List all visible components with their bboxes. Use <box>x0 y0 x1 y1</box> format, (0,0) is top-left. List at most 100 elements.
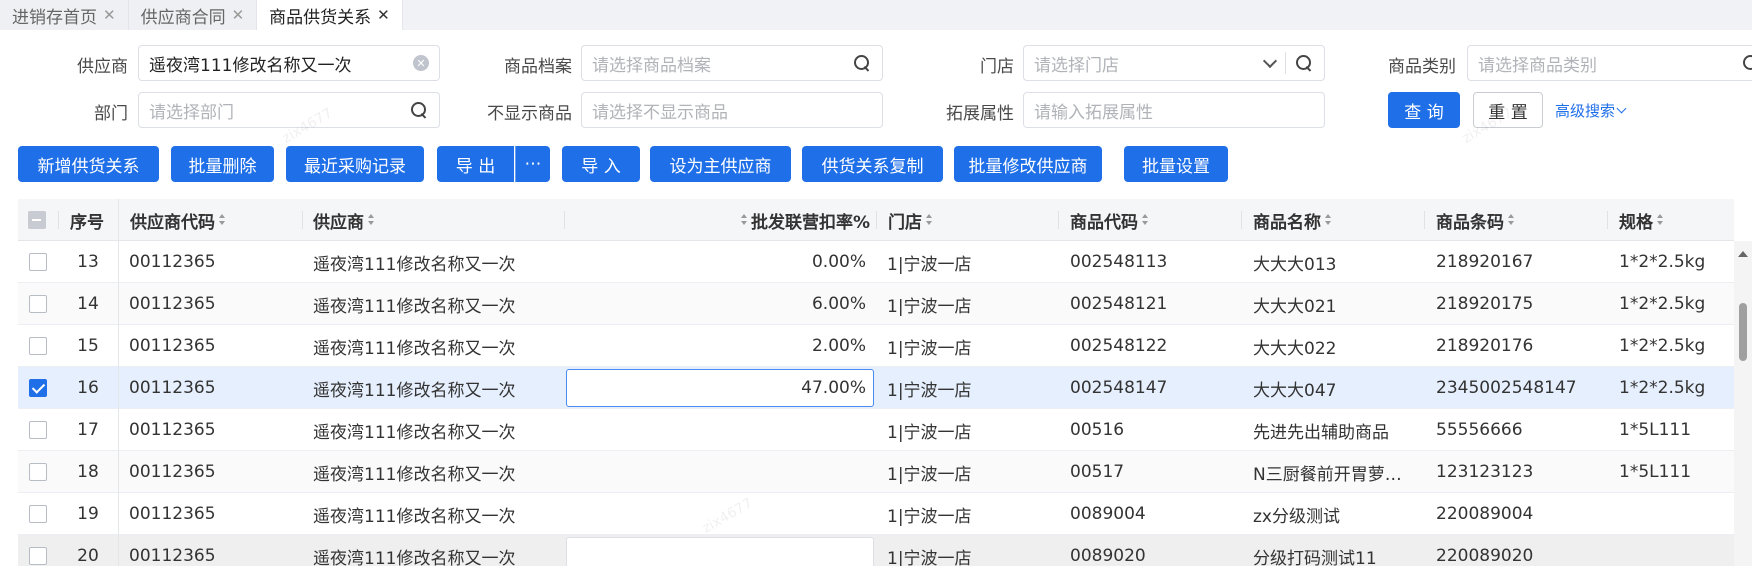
header-supplier[interactable]: 供应商 <box>313 199 513 241</box>
table-row-selected[interactable]: 16 00112365 遥夜湾111修改名称又一次 47.00% 1|宁波一店 … <box>18 367 1734 409</box>
scroll-thumb[interactable] <box>1739 303 1747 361</box>
cell-rate[interactable] <box>578 451 866 493</box>
search-icon[interactable] <box>409 100 429 120</box>
product-file-input[interactable]: 请选择商品档案 <box>581 45 883 81</box>
sort-icon[interactable] <box>1507 213 1515 227</box>
header-product-name[interactable]: 商品名称 <box>1253 199 1413 241</box>
tab-supplier-contract[interactable]: 供应商合同 ✕ <box>128 0 258 30</box>
checkbox[interactable] <box>29 253 47 271</box>
header-store[interactable]: 门店 <box>888 199 1048 241</box>
cell-seq: 17 <box>77 420 99 440</box>
checkbox[interactable] <box>29 421 47 439</box>
table-row[interactable]: 15 00112365 遥夜湾111修改名称又一次 2.00% 1|宁波一店 0… <box>18 325 1734 367</box>
row-checkbox[interactable] <box>29 241 51 283</box>
cell-rate[interactable] <box>578 493 866 535</box>
table-header: 序号 供应商代码 供应商 批发联营扣率% 门店 商品代码 商品名称 商品条码 规… <box>18 199 1734 241</box>
cell-rate[interactable]: 6.00% <box>578 283 866 325</box>
cell-seq: 18 <box>77 462 99 482</box>
header-spec[interactable]: 规格 <box>1619 199 1729 241</box>
search-icon[interactable] <box>1741 53 1752 73</box>
department-input[interactable]: 请选择部门 <box>138 92 440 128</box>
checkbox[interactable] <box>29 337 47 355</box>
clear-icon[interactable]: ✕ <box>413 55 429 71</box>
table-row[interactable]: 20 00112365 遥夜湾111修改名称又一次 1|宁波一店 0089020… <box>18 535 1734 566</box>
category-input[interactable]: 请选择商品类别 <box>1467 45 1752 81</box>
cell-rate[interactable]: 2.00% <box>578 325 866 367</box>
close-icon[interactable]: ✕ <box>232 6 245 24</box>
row-checkbox[interactable] <box>29 367 51 409</box>
cell-supplier: 遥夜湾111修改名称又一次 <box>313 254 516 275</box>
batch-delete-button[interactable]: 批量删除 <box>171 146 274 182</box>
cell-product-name: 大大大047 <box>1253 380 1337 401</box>
reset-button[interactable]: 重 置 <box>1473 92 1543 128</box>
cell-barcode: 220089004 <box>1436 504 1534 524</box>
sort-icon[interactable] <box>367 213 375 227</box>
batch-settings-button[interactable]: 批量设置 <box>1124 146 1228 182</box>
select-all-checkbox[interactable] <box>28 199 50 241</box>
cell-spec: 1*2*2.5kg <box>1619 336 1706 356</box>
cell-seq: 13 <box>77 252 99 272</box>
hide-product-input[interactable]: 请选择不显示商品 <box>581 92 883 128</box>
table-row[interactable]: 14 00112365 遥夜湾111修改名称又一次 6.00% 1|宁波一店 0… <box>18 283 1734 325</box>
header-barcode[interactable]: 商品条码 <box>1436 199 1596 241</box>
row-checkbox[interactable] <box>29 493 51 535</box>
row-checkbox[interactable] <box>29 325 51 367</box>
supplier-input[interactable]: 遥夜湾111修改名称又一次 ✕ <box>138 45 440 81</box>
batch-modify-supplier-button[interactable]: 批量修改供应商 <box>954 146 1102 182</box>
cell-product-name: 大大大013 <box>1253 254 1337 275</box>
sort-icon[interactable] <box>218 213 226 227</box>
checkbox[interactable] <box>29 295 47 313</box>
cell-rate[interactable] <box>578 409 866 451</box>
cell-seq: 15 <box>77 336 99 356</box>
search-icon[interactable] <box>1294 53 1314 73</box>
tab-label: 供应商合同 <box>140 7 226 28</box>
chevron-down-icon[interactable] <box>1262 53 1278 69</box>
table-row[interactable]: 13 00112365 遥夜湾111修改名称又一次 0.00% 1|宁波一店 0… <box>18 241 1734 283</box>
import-button[interactable]: 导 入 <box>562 146 640 182</box>
sort-icon[interactable] <box>1141 213 1149 227</box>
row-checkbox[interactable] <box>29 283 51 325</box>
cell-store: 1|宁波一店 <box>887 254 972 275</box>
sort-icon[interactable] <box>1324 213 1332 227</box>
checkbox-checked[interactable] <box>29 379 47 397</box>
row-checkbox[interactable] <box>29 409 51 451</box>
ext-attr-input[interactable]: 请输入拓展属性 <box>1023 92 1325 128</box>
cell-supplier-code: 00112365 <box>129 546 216 566</box>
cell-rate[interactable]: 0.00% <box>578 241 866 283</box>
table-row[interactable]: 19 00112365 遥夜湾111修改名称又一次 1|宁波一店 0089004… <box>18 493 1734 535</box>
cell-supplier: 遥夜湾111修改名称又一次 <box>313 506 516 527</box>
header-supplier-code[interactable]: 供应商代码 <box>130 199 310 241</box>
tab-supply-relation[interactable]: 商品供货关系 ✕ <box>257 0 403 30</box>
cell-rate[interactable]: 47.00% <box>578 367 866 409</box>
vertical-scrollbar[interactable] <box>1734 241 1752 566</box>
copy-supply-relation-button[interactable]: 供货关系复制 <box>802 146 943 182</box>
add-supply-relation-button[interactable]: 新增供货关系 <box>18 146 159 182</box>
tab-inventory-home[interactable]: 进销存首页 ✕ <box>0 0 129 30</box>
advanced-search-link[interactable]: 高级搜索 <box>1555 100 1627 121</box>
header-product-code[interactable]: 商品代码 <box>1070 199 1230 241</box>
cell-spec: 1*5L111 <box>1619 462 1692 482</box>
row-checkbox[interactable] <box>29 535 51 566</box>
checkbox[interactable] <box>28 211 46 229</box>
search-icon[interactable] <box>852 53 872 73</box>
rate-input[interactable] <box>566 537 874 566</box>
sort-icon[interactable] <box>1656 213 1664 227</box>
checkbox[interactable] <box>29 505 47 523</box>
checkbox[interactable] <box>29 463 47 481</box>
checkbox[interactable] <box>29 547 47 565</box>
export-button[interactable]: 导 出 <box>437 146 514 182</box>
sort-icon[interactable] <box>925 213 933 227</box>
close-icon[interactable]: ✕ <box>103 6 116 24</box>
scroll-up-icon[interactable] <box>1738 251 1748 257</box>
store-select[interactable]: 请选择门店 <box>1023 45 1325 81</box>
table-row[interactable]: 17 00112365 遥夜湾111修改名称又一次 1|宁波一店 00516 先… <box>18 409 1734 451</box>
export-more-button[interactable]: ⋯ <box>515 146 550 182</box>
sort-icon[interactable] <box>740 213 748 227</box>
set-main-supplier-button[interactable]: 设为主供应商 <box>650 146 791 182</box>
query-button[interactable]: 查 询 <box>1388 92 1460 128</box>
close-icon[interactable]: ✕ <box>377 6 390 24</box>
cell-barcode: 218920167 <box>1436 252 1534 272</box>
table-row[interactable]: 18 00112365 遥夜湾111修改名称又一次 1|宁波一店 00517 N… <box>18 451 1734 493</box>
recent-purchase-button[interactable]: 最近采购记录 <box>286 146 424 182</box>
row-checkbox[interactable] <box>29 451 51 493</box>
